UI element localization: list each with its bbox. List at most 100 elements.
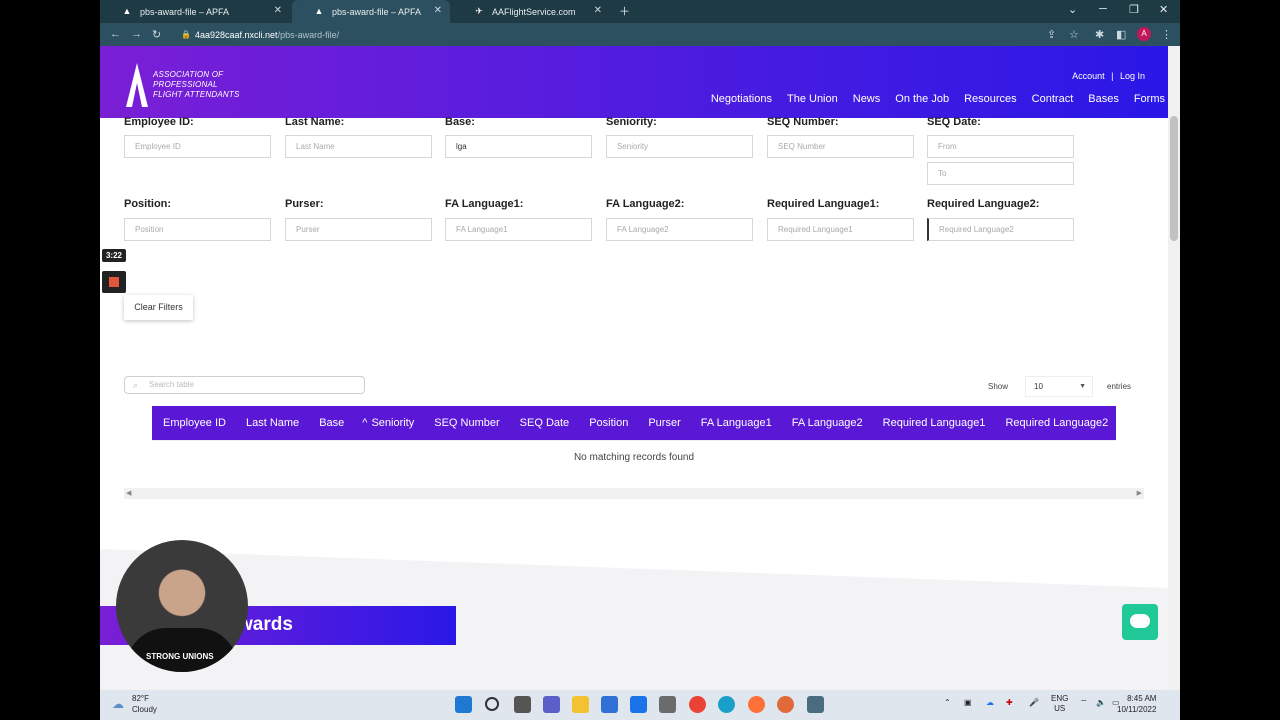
col-last-name[interactable]: Last Name	[246, 417, 299, 429]
clock[interactable]: 8:45 AM 10/11/2022	[1117, 693, 1156, 715]
clear-filters-button[interactable]: Clear Filters	[124, 295, 193, 320]
site-header: ASSOCIATION OF PROFESSIONAL FLIGHT ATTEN…	[100, 46, 1168, 118]
bookmark-star-icon[interactable]: ☆	[1069, 28, 1079, 41]
entries-select[interactable]: 10 ▼	[1025, 376, 1093, 397]
seq-date-to-input[interactable]: To	[927, 162, 1074, 185]
base-input[interactable]: lga	[445, 135, 592, 158]
nav-news[interactable]: News	[853, 93, 881, 105]
filter-label: SEQ Date:	[927, 116, 981, 128]
chrome-profile-icon[interactable]	[777, 696, 794, 713]
last-name-input[interactable]: Last Name	[285, 135, 432, 158]
apfa-logo-icon[interactable]	[126, 63, 148, 107]
tray-app-icon[interactable]: ✚	[1006, 698, 1013, 707]
required-language2-input[interactable]: Required Language2	[927, 218, 1074, 241]
login-link[interactable]: Log In	[1120, 71, 1145, 81]
back-icon[interactable]: ←	[110, 28, 121, 40]
employee-id-input[interactable]: Employee ID	[124, 135, 271, 158]
close-icon[interactable]: ✕	[274, 5, 282, 16]
tray-icon[interactable]: ▣	[964, 698, 972, 707]
minimize-icon[interactable]: ─	[1099, 3, 1107, 15]
share-icon[interactable]: ⇪	[1047, 28, 1056, 41]
reload-icon[interactable]: ↻	[152, 28, 161, 41]
language-indicator[interactable]: ENG US	[1051, 694, 1068, 714]
url-field[interactable]: 🔒 4aa928caaf.nxcli.net/pbs-award-file/	[173, 27, 1063, 43]
wifi-icon[interactable]: ⌔	[1080, 698, 1088, 708]
sidepanel-icon[interactable]: ◧	[1116, 28, 1126, 41]
weather-widget[interactable]: 82°F Cloudy	[132, 693, 157, 715]
horizontal-scrollbar[interactable]: ◀ ▶	[124, 488, 1144, 499]
col-seq-number[interactable]: SEQ Number	[434, 417, 499, 429]
file-explorer-icon[interactable]	[572, 696, 589, 713]
col-base[interactable]: Base	[319, 417, 344, 429]
table-search-input[interactable]: ⌕ Search table	[124, 376, 365, 394]
col-position[interactable]: Position	[589, 417, 628, 429]
teams-icon[interactable]	[543, 696, 560, 713]
weather-condition: Cloudy	[132, 705, 157, 714]
tab-2[interactable]: ▲ pbs-award-file – APFA ✕	[292, 0, 450, 23]
scroll-right-icon[interactable]: ▶	[1137, 489, 1142, 497]
onedrive-icon[interactable]: ☁	[986, 698, 994, 707]
task-view-icon[interactable]	[514, 696, 531, 713]
screen-recorder-icon[interactable]	[807, 696, 824, 713]
firefox-icon[interactable]	[748, 696, 765, 713]
purser-input[interactable]: Purser	[285, 218, 432, 241]
restore-icon[interactable]: ❐	[1129, 3, 1139, 16]
nav-forms[interactable]: Forms	[1134, 93, 1165, 105]
mail-icon[interactable]	[630, 696, 647, 713]
microphone-icon[interactable]: 🎤	[1029, 698, 1039, 707]
filter-label: Employee ID:	[124, 116, 194, 128]
nav-contract[interactable]: Contract	[1032, 93, 1074, 105]
account-link[interactable]: Account	[1072, 71, 1105, 81]
col-required-language2[interactable]: Required Language2	[1005, 417, 1108, 429]
new-tab-icon[interactable]: ＋	[619, 3, 630, 19]
nav-negotiations[interactable]: Negotiations	[711, 93, 772, 105]
required-language1-input[interactable]: Required Language1	[767, 218, 914, 241]
close-icon[interactable]: ✕	[434, 5, 442, 16]
volume-icon[interactable]: 🔈	[1096, 698, 1106, 707]
col-seniority[interactable]: Seniority	[371, 417, 414, 429]
webcam-overlay: STRONG UNIONS	[116, 540, 248, 672]
nav-on-the-job[interactable]: On the Job	[895, 93, 949, 105]
calculator-icon[interactable]	[659, 696, 676, 713]
store-icon[interactable]	[601, 696, 618, 713]
close-icon[interactable]: ✕	[594, 5, 602, 16]
logo-text[interactable]: ASSOCIATION OF PROFESSIONAL FLIGHT ATTEN…	[153, 70, 240, 100]
edge-icon[interactable]	[718, 696, 735, 713]
col-fa-language2[interactable]: FA Language2	[792, 417, 863, 429]
scroll-left-icon[interactable]: ◀	[126, 489, 131, 497]
col-seq-date[interactable]: SEQ Date	[520, 417, 570, 429]
search-icon[interactable]	[485, 697, 499, 711]
nav-resources[interactable]: Resources	[964, 93, 1017, 105]
extensions-icon[interactable]: ✱	[1095, 28, 1104, 41]
tab-3[interactable]: ✈ AAFlightService.com ✕	[452, 0, 610, 23]
vertical-scrollbar[interactable]	[1168, 46, 1180, 690]
nav-the-union[interactable]: The Union	[787, 93, 838, 105]
stop-recording-button[interactable]	[102, 271, 126, 293]
seniority-input[interactable]: Seniority	[606, 135, 753, 158]
filter-label: Required Language1:	[767, 198, 880, 210]
chevron-up-icon[interactable]: ⌃	[944, 698, 951, 707]
start-icon[interactable]	[455, 696, 472, 713]
profile-avatar[interactable]: A	[1137, 27, 1151, 41]
col-required-language1[interactable]: Required Language1	[883, 417, 986, 429]
webcam-shirt-text: STRONG UNIONS	[146, 652, 214, 661]
seq-number-input[interactable]: SEQ Number	[767, 135, 914, 158]
fa-language1-input[interactable]: FA Language1	[445, 218, 592, 241]
menu-dots-icon[interactable]: ⋮	[1161, 28, 1172, 41]
forward-icon[interactable]: →	[131, 28, 142, 40]
window-close-icon[interactable]: ✕	[1159, 3, 1168, 16]
col-purser[interactable]: Purser	[648, 417, 680, 429]
position-input[interactable]: Position	[124, 218, 271, 241]
chat-button[interactable]	[1122, 604, 1158, 640]
nav-bases[interactable]: Bases	[1088, 93, 1119, 105]
scroll-thumb[interactable]	[1170, 116, 1178, 241]
chevron-down-icon[interactable]: ⌄	[1068, 3, 1077, 16]
col-employee-id[interactable]: Employee ID	[163, 417, 226, 429]
col-fa-language1[interactable]: FA Language1	[701, 417, 772, 429]
chrome-icon[interactable]	[689, 696, 706, 713]
tab-1[interactable]: ▲ pbs-award-file – APFA ✕	[100, 0, 290, 23]
url-path: /pbs-award-file/	[277, 30, 340, 40]
top-links: Account | Log In	[1072, 71, 1145, 81]
fa-language2-input[interactable]: FA Language2	[606, 218, 753, 241]
seq-date-from-input[interactable]: From	[927, 135, 1074, 158]
